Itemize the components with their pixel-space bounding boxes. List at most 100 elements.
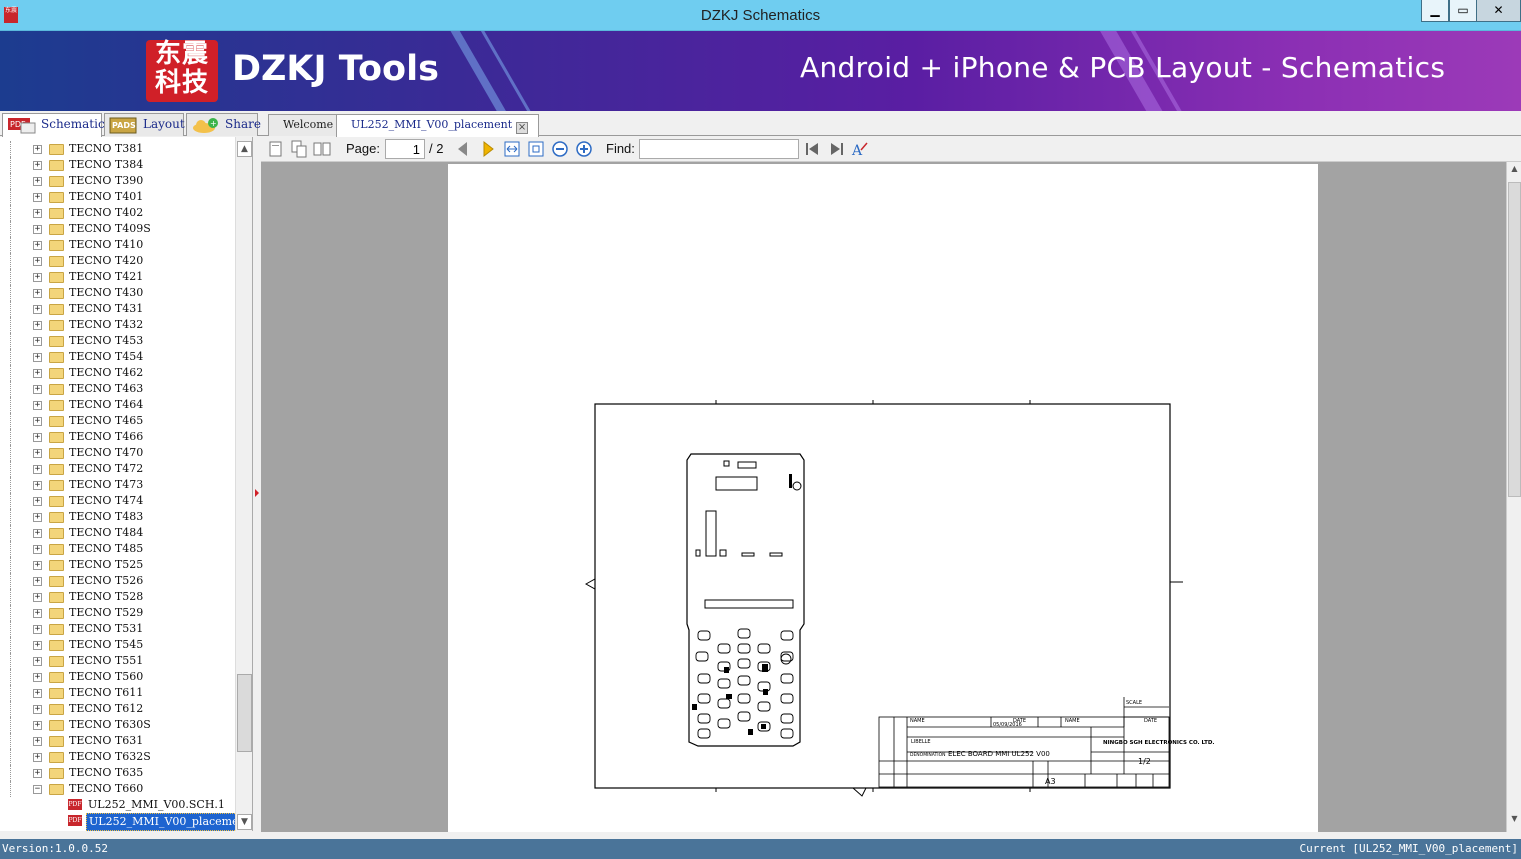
doc-tab-placement[interactable]: UL252_MMI_V00_placement × xyxy=(336,114,540,137)
expand-plus-icon[interactable]: + xyxy=(33,209,42,218)
tree-child-item[interactable]: PDF UL252_MMI_V00_placement xyxy=(0,813,252,831)
tree-child-item[interactable]: PDF UL252_MMI_V00.SCH.1 xyxy=(0,797,235,813)
tab-schematic[interactable]: PDF Schematic xyxy=(2,113,105,137)
expand-plus-icon[interactable]: + xyxy=(33,145,42,154)
tree-item[interactable]: + TECNO T470 xyxy=(0,445,235,461)
expand-plus-icon[interactable]: + xyxy=(33,369,42,378)
tree-item[interactable]: + TECNO T631 xyxy=(0,733,235,749)
tree-item[interactable]: + TECNO T402 xyxy=(0,205,235,221)
tree-item[interactable]: + TECNO T611 xyxy=(0,685,235,701)
tree-item[interactable]: + TECNO T529 xyxy=(0,605,235,621)
tree-item[interactable]: + TECNO T462 xyxy=(0,365,235,381)
tree-item[interactable]: + TECNO T485 xyxy=(0,541,235,557)
zoom-in-icon[interactable] xyxy=(575,140,593,158)
viewer-scrollbar[interactable]: ▲ ▼ xyxy=(1506,162,1521,832)
zoom-out-icon[interactable] xyxy=(551,140,569,158)
expand-plus-icon[interactable]: + xyxy=(33,641,42,650)
tree-item[interactable]: + TECNO T464 xyxy=(0,397,235,413)
tree-item[interactable]: + TECNO T635 xyxy=(0,765,235,781)
expand-plus-icon[interactable]: + xyxy=(33,337,42,346)
tree-item[interactable]: + TECNO T381 xyxy=(0,141,235,157)
minimize-button[interactable]: ▁ xyxy=(1421,0,1449,22)
expand-plus-icon[interactable]: + xyxy=(33,465,42,474)
tree-item[interactable]: + TECNO T390 xyxy=(0,173,235,189)
tree-item[interactable]: + TECNO T401 xyxy=(0,189,235,205)
expand-plus-icon[interactable]: + xyxy=(33,401,42,410)
tree-item[interactable]: + TECNO T612 xyxy=(0,701,235,717)
scroll-down-icon[interactable]: ▼ xyxy=(237,814,252,830)
collapse-minus-icon[interactable]: − xyxy=(33,785,42,794)
tree-item[interactable]: + TECNO T474 xyxy=(0,493,235,509)
tree-item[interactable]: + TECNO T526 xyxy=(0,573,235,589)
viewer-scroll-thumb[interactable] xyxy=(1508,182,1521,497)
next-page-icon[interactable] xyxy=(479,140,497,158)
doc-tab-welcome[interactable]: Welcome xyxy=(268,114,345,136)
expand-plus-icon[interactable]: + xyxy=(33,417,42,426)
expand-plus-icon[interactable]: + xyxy=(33,273,42,282)
tree-item[interactable]: + TECNO T483 xyxy=(0,509,235,525)
find-previous-icon[interactable] xyxy=(803,140,821,158)
expand-plus-icon[interactable]: + xyxy=(33,289,42,298)
continuous-page-icon[interactable] xyxy=(290,140,308,158)
tree-item[interactable]: + TECNO T465 xyxy=(0,413,235,429)
tree-item[interactable]: + TECNO T463 xyxy=(0,381,235,397)
tree-item[interactable]: + TECNO T630S xyxy=(0,717,235,733)
collapse-arrow-icon[interactable] xyxy=(255,489,259,497)
fit-page-icon[interactable] xyxy=(527,140,545,158)
tree-item[interactable]: + TECNO T421 xyxy=(0,269,235,285)
find-input[interactable] xyxy=(639,139,799,159)
expand-plus-icon[interactable]: + xyxy=(33,673,42,682)
expand-plus-icon[interactable]: + xyxy=(33,545,42,554)
find-next-icon[interactable] xyxy=(828,140,846,158)
tree-item[interactable]: + TECNO T484 xyxy=(0,525,235,541)
tree-item[interactable]: + TECNO T472 xyxy=(0,461,235,477)
tree-item[interactable]: + TECNO T632S xyxy=(0,749,235,765)
expand-plus-icon[interactable]: + xyxy=(33,177,42,186)
expand-plus-icon[interactable]: + xyxy=(33,609,42,618)
expand-plus-icon[interactable]: + xyxy=(33,753,42,762)
expand-plus-icon[interactable]: + xyxy=(33,593,42,602)
tree-item[interactable]: + TECNO T454 xyxy=(0,349,235,365)
expand-plus-icon[interactable]: + xyxy=(33,657,42,666)
expand-plus-icon[interactable]: + xyxy=(33,497,42,506)
expand-plus-icon[interactable]: + xyxy=(33,321,42,330)
expand-plus-icon[interactable]: + xyxy=(33,225,42,234)
tree-item[interactable]: + TECNO T473 xyxy=(0,477,235,493)
scroll-up-icon[interactable]: ▲ xyxy=(237,141,252,157)
previous-page-icon[interactable] xyxy=(454,140,472,158)
two-page-icon[interactable] xyxy=(313,140,331,158)
highlight-text-icon[interactable]: A xyxy=(851,140,869,158)
tree-item[interactable]: + TECNO T551 xyxy=(0,653,235,669)
expand-plus-icon[interactable]: + xyxy=(33,385,42,394)
tree-item-expanded[interactable]: − TECNO T660 xyxy=(0,781,235,797)
expand-plus-icon[interactable]: + xyxy=(33,769,42,778)
expand-plus-icon[interactable]: + xyxy=(33,689,42,698)
expand-plus-icon[interactable]: + xyxy=(33,433,42,442)
viewer-scroll-up-icon[interactable]: ▲ xyxy=(1508,164,1521,178)
tree-item[interactable]: + TECNO T525 xyxy=(0,557,235,573)
tree-item[interactable]: + TECNO T466 xyxy=(0,429,235,445)
close-button[interactable]: ✕ xyxy=(1476,0,1521,22)
tree-item[interactable]: + TECNO T453 xyxy=(0,333,235,349)
expand-plus-icon[interactable]: + xyxy=(33,257,42,266)
expand-plus-icon[interactable]: + xyxy=(33,449,42,458)
expand-plus-icon[interactable]: + xyxy=(33,721,42,730)
expand-plus-icon[interactable]: + xyxy=(33,161,42,170)
tree-item[interactable]: + TECNO T420 xyxy=(0,253,235,269)
tree-scrollbar[interactable]: ▲ ▼ xyxy=(235,137,252,831)
expand-plus-icon[interactable]: + xyxy=(33,705,42,714)
tree-item[interactable]: + TECNO T409S xyxy=(0,221,235,237)
maximize-button[interactable]: ▭ xyxy=(1449,0,1477,22)
tree-item[interactable]: + TECNO T431 xyxy=(0,301,235,317)
expand-plus-icon[interactable]: + xyxy=(33,481,42,490)
panel-splitter[interactable] xyxy=(253,137,261,831)
expand-plus-icon[interactable]: + xyxy=(33,577,42,586)
tab-layout[interactable]: PADS Layout xyxy=(104,113,185,136)
expand-plus-icon[interactable]: + xyxy=(33,241,42,250)
page-number-input[interactable] xyxy=(385,139,425,159)
expand-plus-icon[interactable]: + xyxy=(33,353,42,362)
tree-item[interactable]: + TECNO T410 xyxy=(0,237,235,253)
tree-item[interactable]: + TECNO T430 xyxy=(0,285,235,301)
tree-item[interactable]: + TECNO T384 xyxy=(0,157,235,173)
expand-plus-icon[interactable]: + xyxy=(33,305,42,314)
